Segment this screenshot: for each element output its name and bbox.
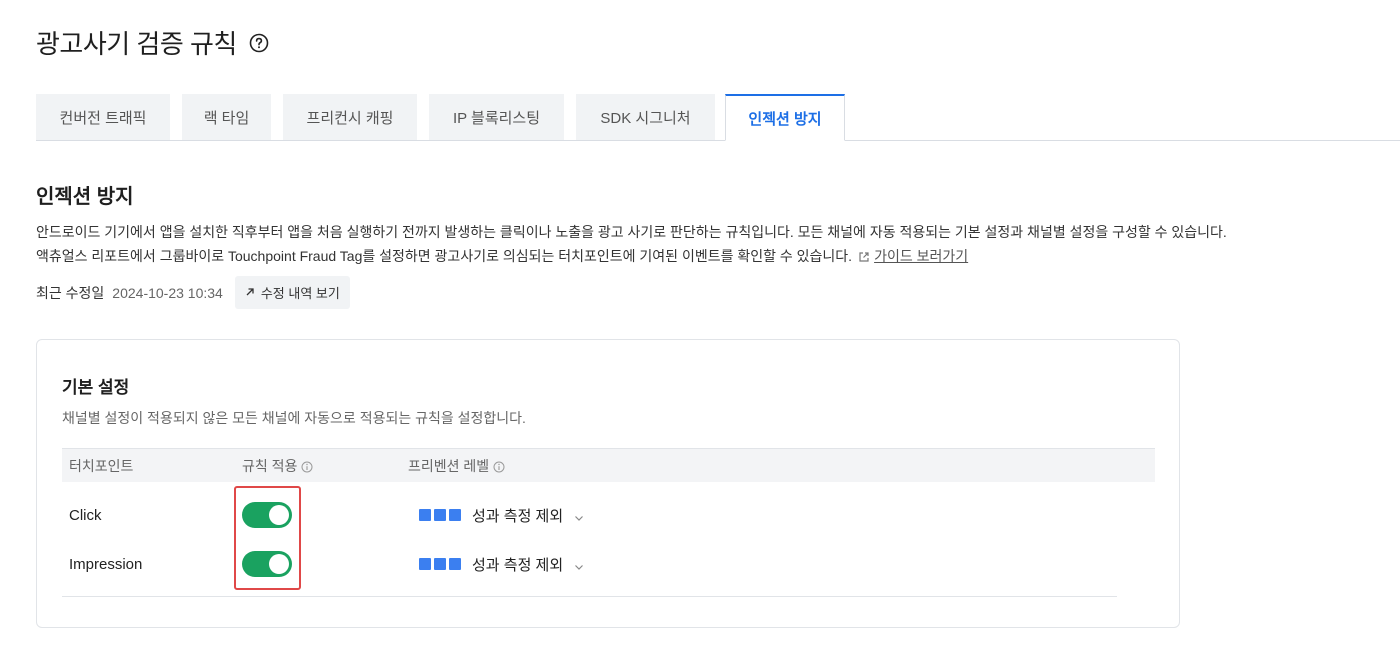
prevention-level-label: 성과 측정 제외 <box>472 556 564 574</box>
level-bar-icon <box>434 509 446 521</box>
column-level-label: 프리벤션 레벨 <box>408 458 490 474</box>
table-row: Click 성과 측정 제외 <box>62 491 1155 539</box>
page-title: 광고사기 검증 규칙 <box>36 29 237 59</box>
view-history-label: 수정 내역 보기 <box>260 286 340 301</box>
touchpoint-name: Click <box>69 506 102 524</box>
column-touchpoint: 터치포인트 <box>69 449 133 483</box>
prevention-level-label: 성과 측정 제외 <box>472 507 564 525</box>
level-bar-icon <box>449 558 461 570</box>
section-title: 인젝션 방지 <box>36 186 134 208</box>
prevention-level-select[interactable]: 성과 측정 제외 <box>419 505 584 526</box>
touchpoint-name: Impression <box>69 555 143 573</box>
info-icon[interactable] <box>301 460 313 473</box>
section-description: 안드로이드 기기에서 앱을 설치한 직후부터 앱을 처음 실행하기 전까지 발생… <box>36 224 1227 240</box>
external-link-icon <box>858 250 870 262</box>
tab-sdk-signature[interactable]: SDK 시그니처 <box>576 94 715 140</box>
column-rule: 규칙 적용 <box>242 449 313 483</box>
chevron-down-icon <box>574 510 584 521</box>
tab-ip-blocklisting[interactable]: IP 블록리스팅 <box>429 94 564 140</box>
arrow-up-right-icon <box>245 285 255 300</box>
tab-lag-time[interactable]: 랙 타임 <box>182 94 271 140</box>
card-title: 기본 설정 <box>62 378 130 397</box>
modified-label: 최근 수정일 <box>36 284 105 301</box>
tab-frequency-capping[interactable]: 프리컨시 캐핑 <box>283 94 417 140</box>
guide-link[interactable]: 가이드 보러가기 <box>858 246 968 266</box>
page-header: 광고사기 검증 규칙 <box>36 24 269 61</box>
last-modified: 최근 수정일 2024-10-23 10:34 수정 내역 보기 <box>36 276 350 309</box>
tab-conversion-traffic[interactable]: 컨버전 트래픽 <box>36 94 170 140</box>
default-settings-card: 기본 설정 채널별 설정이 적용되지 않은 모든 채널에 자동으로 적용되는 규… <box>36 339 1180 628</box>
highlight-annotation <box>234 486 301 590</box>
column-touchpoint-label: 터치포인트 <box>69 458 134 474</box>
level-bar-icon <box>419 558 431 570</box>
level-bar-icon <box>419 509 431 521</box>
guide-link-label: 가이드 보러가기 <box>874 248 969 264</box>
modified-date: 2024-10-23 10:34 <box>112 284 223 301</box>
card-description: 채널별 설정이 적용되지 않은 모든 채널에 자동으로 적용되는 규칙을 설정합… <box>62 410 526 426</box>
table-row: Impression 성과 측정 제외 <box>62 540 1155 588</box>
section-description-text: 액츄얼스 리포트에서 그룹바이로 Touchpoint Fraud Tag를 설… <box>36 248 853 264</box>
info-icon[interactable] <box>493 460 505 473</box>
tab-injection-prevention[interactable]: 인젝션 방지 <box>725 94 845 141</box>
column-rule-label: 규칙 적용 <box>242 458 298 474</box>
view-history-button[interactable]: 수정 내역 보기 <box>234 276 350 309</box>
section-description-2: 액츄얼스 리포트에서 그룹바이로 Touchpoint Fraud Tag를 설… <box>36 246 968 266</box>
help-icon[interactable] <box>249 33 269 53</box>
level-bar-icon <box>434 558 446 570</box>
prevention-level-select[interactable]: 성과 측정 제외 <box>419 554 584 575</box>
column-level: 프리벤션 레벨 <box>408 449 505 483</box>
level-bar-icon <box>449 509 461 521</box>
chevron-down-icon <box>574 559 584 570</box>
table-divider <box>62 596 1117 597</box>
tab-bar: 컨버전 트래픽 랙 타임 프리컨시 캐핑 IP 블록리스팅 SDK 시그니처 인… <box>36 94 1400 141</box>
table-header: 터치포인트 규칙 적용 프리벤션 레벨 <box>62 448 1155 482</box>
